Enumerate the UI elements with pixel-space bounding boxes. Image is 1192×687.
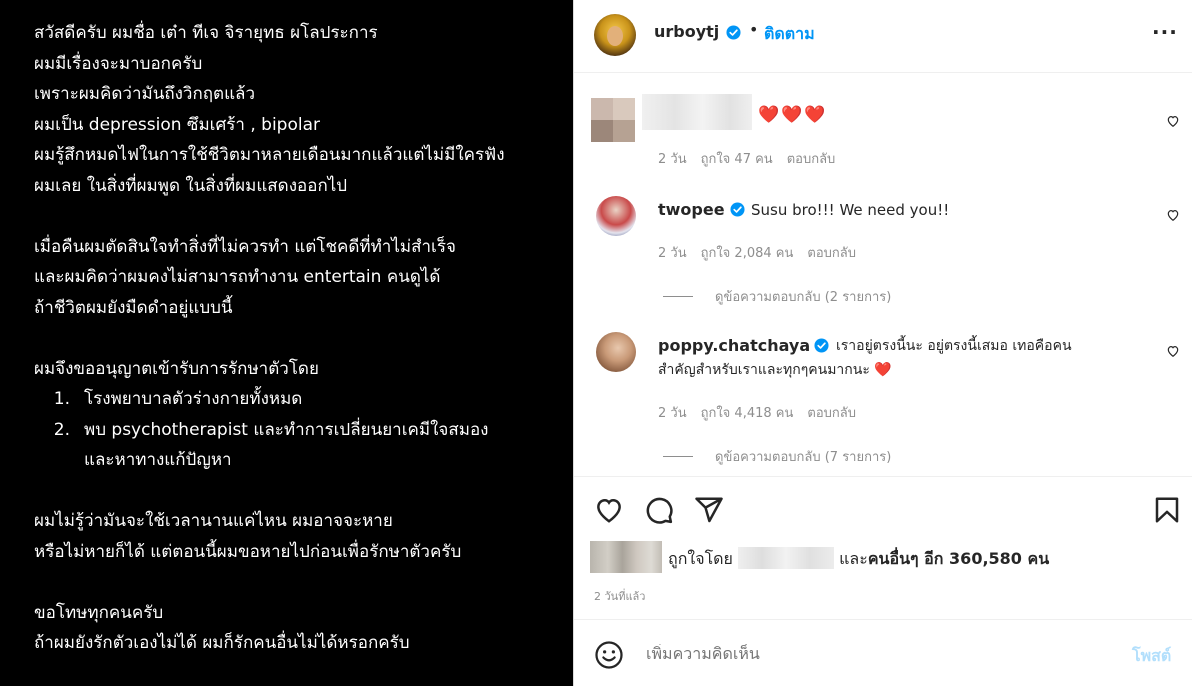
commenter-avatar[interactable] bbox=[596, 332, 636, 372]
post-image: สวัสดีครับ ผมชื่อ เต๋า ทีเจ จิรายุทธ ผโล… bbox=[0, 0, 573, 686]
save-icon[interactable] bbox=[1152, 495, 1182, 525]
list-number: 2. bbox=[53, 419, 70, 440]
post-timestamp[interactable]: 2 วันที่แล้ว bbox=[594, 587, 645, 605]
comment-time[interactable]: 2 วัน bbox=[658, 152, 687, 167]
comment-icon[interactable] bbox=[644, 495, 674, 525]
post-header: urboytj • ติดตาม ··· bbox=[574, 0, 1192, 73]
likes-prefix: ถูกใจโดย bbox=[668, 549, 733, 568]
comment-meta: 2 วัน ถูกใจ 2,084 คน ตอบกลับ bbox=[658, 242, 870, 263]
comment-like-icon[interactable] bbox=[1166, 344, 1180, 358]
author-username[interactable]: urboytj bbox=[654, 22, 719, 41]
view-replies-button[interactable]: ดูข้อความตอบกลับ (7 รายการ) bbox=[663, 446, 891, 467]
author-avatar[interactable] bbox=[594, 14, 636, 56]
reply-button[interactable]: ตอบกลับ bbox=[807, 246, 856, 261]
post-line: ผมรู้สึกหมดไฟในการใช้ชีวิตมาหลายเดือนมาก… bbox=[34, 145, 505, 165]
post-comment-button[interactable]: โพสต์ bbox=[1132, 644, 1171, 669]
post-line-gap bbox=[34, 201, 564, 232]
verified-badge-icon bbox=[730, 202, 745, 217]
comment-likes[interactable]: ถูกใจ 4,418 คน bbox=[701, 406, 794, 421]
comment-meta: 2 วัน ถูกใจ 4,418 คน ตอบกลับ bbox=[658, 402, 870, 423]
list-text: โรงพยาบาลตัวร่างกายทั้งหมด bbox=[84, 389, 303, 409]
reply-button[interactable]: ตอบกลับ bbox=[787, 152, 836, 167]
replies-line bbox=[663, 456, 693, 457]
likes-summary[interactable]: ถูกใจโดย และคนอื่นๆ อีก 360,580 คน bbox=[668, 547, 1049, 572]
more-options-icon[interactable]: ··· bbox=[1152, 20, 1178, 44]
post-actions: ถูกใจโดย และคนอื่นๆ อีก 360,580 คน 2 วัน… bbox=[574, 476, 1192, 619]
post-list-item: 1. โรงพยาบาลตัวร่างกายทั้งหมด bbox=[34, 384, 564, 415]
list-number: 1. bbox=[53, 389, 70, 409]
post-line: ถ้าผมยังรักตัวเองไม่ได้ ผมก็รักคนอื่นไม่… bbox=[34, 633, 410, 653]
follow-button[interactable]: ติดตาม bbox=[764, 22, 815, 47]
comment-likes[interactable]: ถูกใจ 47 คน bbox=[701, 152, 773, 167]
post-line: ขอโทษทุกคนครับ bbox=[34, 602, 164, 623]
comment-text: เราอยู่ตรงนี้นะ อยู่ตรงนี้เสมอ เทอคือคน bbox=[836, 338, 1072, 354]
post-list-continuation: และหาทางแก้ปัญหา bbox=[84, 450, 232, 470]
comment-like-icon[interactable] bbox=[1166, 208, 1180, 222]
post-line: หรือไม่หายก็ได้ แต่ตอนนี้ผมขอหายไปก่อนเพ… bbox=[34, 541, 462, 562]
view-replies-button[interactable]: ดูข้อความตอบกลับ (2 รายการ) bbox=[663, 286, 891, 307]
blurred-username bbox=[738, 547, 835, 569]
view-replies-label[interactable]: ดูข้อความตอบกลับ (7 รายการ) bbox=[715, 446, 891, 467]
commenter-avatar[interactable] bbox=[596, 196, 636, 236]
post-line: ผมมีเรื่องจะมาบอกครับ bbox=[34, 53, 203, 74]
post-line: ผมเป็น depression ซึมเศร้า , bipolar bbox=[34, 114, 320, 135]
replies-line bbox=[663, 296, 693, 297]
post-line: ผมจึงขออนุญาตเข้ารับการรักษาตัวโดย bbox=[34, 358, 319, 379]
post-line: และผมคิดว่าผมคงไม่สามารถทำงาน entertain … bbox=[34, 267, 441, 287]
comment-like-icon[interactable] bbox=[1166, 114, 1180, 128]
reply-button[interactable]: ตอบกลับ bbox=[807, 406, 856, 421]
blurred-username bbox=[642, 94, 752, 130]
likes-count[interactable]: คนอื่นๆ อีก 360,580 คน bbox=[868, 549, 1049, 568]
verified-badge-icon bbox=[726, 25, 741, 40]
post-list-item: 2. พบ psychotherapist และทำการเปลี่ยนยาเ… bbox=[34, 415, 564, 446]
blurred-avatar bbox=[591, 98, 635, 142]
post-sidebar: urboytj • ติดตาม ··· ❤️❤️❤️ 2 วันถูกใจ 4… bbox=[573, 0, 1192, 686]
comment-time[interactable]: 2 วัน bbox=[658, 246, 687, 261]
comment-likes[interactable]: ถูกใจ 2,084 คน bbox=[701, 246, 794, 261]
verified-badge-icon bbox=[814, 338, 829, 353]
commenter-username[interactable]: poppy.chatchaya bbox=[658, 336, 810, 355]
comment-composer: โพสต์ bbox=[574, 619, 1192, 687]
post-image-text: สวัสดีครับ ผมชื่อ เต๋า ทีเจ จิรายุทธ ผโล… bbox=[34, 18, 564, 659]
comment-input[interactable] bbox=[646, 644, 1086, 663]
view-replies-label[interactable]: ดูข้อความตอบกลับ (2 รายการ) bbox=[715, 286, 891, 307]
comment-meta: 2 วัน ถูกใจ 47 คน ตอบกลับ bbox=[658, 148, 849, 169]
post-line: เพราะผมคิดว่ามันถึงวิกฤตแล้ว bbox=[34, 84, 256, 104]
comment-text: ❤️❤️❤️ bbox=[758, 105, 828, 125]
header-separator: • bbox=[749, 20, 759, 39]
post-line: ผมไม่รู้ว่ามันจะใช้เวลานานแค่ไหน ผมอาจจะ… bbox=[34, 511, 393, 531]
emoji-icon[interactable] bbox=[594, 640, 624, 670]
post-line-gap bbox=[34, 323, 564, 354]
list-text: พบ psychotherapist และทำการเปลี่ยนยาเคมี… bbox=[84, 419, 489, 440]
commenter-username[interactable]: twopee bbox=[658, 200, 725, 219]
comment-text-continued: สำคัญสำหรับเราและทุกๆคนมากนะ ❤️ bbox=[658, 362, 892, 378]
blurred-avatars bbox=[590, 541, 662, 573]
comment-time[interactable]: 2 วัน bbox=[658, 406, 687, 421]
comment-text: Susu bro!!! We need you!! bbox=[751, 201, 950, 219]
like-icon[interactable] bbox=[594, 495, 624, 525]
post-line: ถ้าชีวิตผมยังมืดดำอยู่แบบนี้ bbox=[34, 297, 233, 318]
post-line-gap bbox=[34, 567, 564, 598]
share-icon[interactable] bbox=[694, 495, 724, 525]
post-line-gap bbox=[34, 476, 564, 507]
likes-and: และ bbox=[839, 549, 868, 568]
post-line: สวัสดีครับ ผมชื่อ เต๋า ทีเจ จิรายุทธ ผโล… bbox=[34, 23, 378, 43]
post-line: เมื่อคืนผมตัดสินใจทำสิ่งที่ไม่ควรทำ แต่โ… bbox=[34, 236, 456, 257]
post-line: ผมเลย ในสิ่งที่ผมพูด ในสิ่งที่ผมแสดงออกไ… bbox=[34, 175, 348, 196]
